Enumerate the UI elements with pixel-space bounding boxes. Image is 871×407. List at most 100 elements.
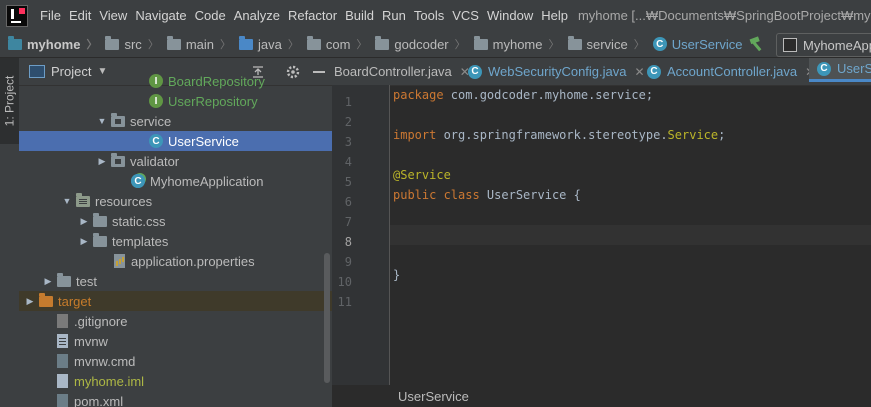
tree-item-label: validator bbox=[130, 153, 180, 169]
breadcrumb-service[interactable]: service 〉 bbox=[560, 35, 645, 52]
class-icon: C bbox=[652, 37, 667, 51]
menu-vcs[interactable]: VCS bbox=[452, 8, 479, 23]
tree-row[interactable]: I BoardRepository bbox=[19, 71, 332, 91]
chevron-down-icon[interactable]: ▼ bbox=[62, 196, 72, 206]
tree-row[interactable]: ▶ target bbox=[19, 291, 332, 311]
menu-tools[interactable]: Tools bbox=[414, 8, 444, 23]
menu-file[interactable]: File bbox=[40, 8, 61, 23]
class-icon: C bbox=[468, 64, 482, 79]
chevron-right-icon[interactable]: ▶ bbox=[79, 236, 89, 247]
tab-web-security-config[interactable]: C WebSecurityConfig.java ✕ bbox=[468, 58, 645, 85]
package-icon bbox=[375, 35, 390, 50]
breadcrumb-src[interactable]: src 〉 bbox=[97, 35, 159, 52]
breadcrumb-main[interactable]: main 〉 bbox=[159, 35, 231, 52]
tree-row[interactable]: C MyhomeApplication bbox=[19, 171, 332, 191]
run-configuration-selector[interactable]: MyhomeApp bbox=[776, 33, 871, 57]
properties-file-icon bbox=[114, 254, 125, 268]
code-line-5: @Service bbox=[393, 168, 451, 182]
menu-help[interactable]: Help bbox=[541, 8, 568, 23]
tree-row[interactable]: ▼ service bbox=[19, 111, 332, 131]
class-icon: C bbox=[149, 134, 163, 148]
menu-edit[interactable]: Edit bbox=[69, 8, 91, 23]
menu-refactor[interactable]: Refactor bbox=[288, 8, 337, 23]
chevron-right-icon[interactable]: ▶ bbox=[97, 156, 107, 167]
close-icon[interactable]: ✕ bbox=[635, 65, 645, 79]
tree-item-label: BoardRepository bbox=[168, 73, 265, 89]
intellij-logo-icon bbox=[6, 4, 28, 27]
tree-item-label: UserService bbox=[168, 133, 239, 149]
resources-folder-icon bbox=[76, 192, 90, 207]
chevron-right-icon[interactable]: ▶ bbox=[43, 276, 53, 287]
menu-code[interactable]: Code bbox=[195, 8, 226, 23]
code-line-10: } bbox=[393, 268, 401, 282]
menu-run[interactable]: Run bbox=[382, 8, 406, 23]
editor-breadcrumb-bar: UserService bbox=[332, 385, 871, 407]
chevron-down-icon[interactable]: ▼ bbox=[97, 116, 107, 126]
line-number: 7 bbox=[344, 215, 352, 229]
line-number: 2 bbox=[344, 115, 352, 129]
tree-row[interactable]: mvnw.cmd bbox=[19, 351, 332, 371]
tree-row[interactable]: ▶ templates bbox=[19, 231, 332, 251]
tree-row[interactable]: mvnw bbox=[19, 331, 332, 351]
tree-row[interactable]: application.properties bbox=[19, 251, 332, 271]
breadcrumb-com[interactable]: com 〉 bbox=[299, 35, 367, 52]
window-title: myhome [...₩Documents₩SpringBootProject₩… bbox=[577, 8, 871, 23]
tree-item-label: test bbox=[76, 273, 97, 289]
tab-user-service[interactable]: C UserSe bbox=[809, 58, 871, 82]
tree-row[interactable]: I UserRepository bbox=[19, 91, 332, 111]
breadcrumb-class[interactable]: C UserService bbox=[645, 37, 742, 52]
tree-item-label: .gitignore bbox=[74, 313, 128, 329]
folder-icon bbox=[93, 232, 107, 247]
editor-breadcrumb-class[interactable]: UserService bbox=[398, 389, 469, 404]
tree-item-label: service bbox=[130, 113, 172, 129]
menu-bar: File Edit View Navigate Code Analyze Ref… bbox=[0, 0, 871, 32]
text-file-icon bbox=[57, 334, 68, 348]
tree-item-label: application.properties bbox=[131, 253, 255, 269]
chevron-right-icon[interactable]: ▶ bbox=[79, 216, 89, 227]
menu-analyze[interactable]: Analyze bbox=[234, 8, 280, 23]
module-file-icon bbox=[57, 374, 68, 388]
menu-navigate[interactable]: Navigate bbox=[135, 8, 186, 23]
source-folder-icon bbox=[239, 35, 253, 50]
chevron-right-icon[interactable]: ▶ bbox=[25, 296, 35, 307]
breadcrumb-java[interactable]: java 〉 bbox=[231, 35, 299, 52]
folder-icon bbox=[166, 35, 181, 50]
folder-icon bbox=[105, 35, 120, 50]
line-number: 1 bbox=[344, 95, 352, 109]
tree-scrollbar[interactable] bbox=[324, 253, 330, 383]
tree-row[interactable]: ▼ resources bbox=[19, 191, 332, 211]
project-tool-tab[interactable]: 1: Project bbox=[0, 58, 19, 144]
tree-row[interactable]: .gitignore bbox=[19, 311, 332, 331]
build-hammer-icon[interactable] bbox=[748, 36, 766, 52]
script-file-icon bbox=[57, 394, 68, 407]
interface-icon: I bbox=[149, 74, 163, 88]
tree-item-label: static.css bbox=[112, 213, 166, 229]
code-editor[interactable]: package com.godcoder.myhome.service; imp… bbox=[390, 85, 871, 385]
line-number: 5 bbox=[344, 175, 352, 189]
tree-row[interactable]: ▶ static.css bbox=[19, 211, 332, 231]
line-number: 10 bbox=[337, 275, 352, 289]
tab-account-controller[interactable]: C AccountController.java ✕ bbox=[647, 58, 815, 85]
breadcrumb-project[interactable]: myhome 〉 bbox=[0, 35, 97, 52]
menu-build[interactable]: Build bbox=[345, 8, 374, 23]
class-icon: C bbox=[647, 64, 661, 79]
line-number: 4 bbox=[344, 155, 352, 169]
breadcrumb-myhome[interactable]: myhome 〉 bbox=[466, 35, 560, 52]
project-panel: Project ▼ I BoardRepository I UserRepositor… bbox=[19, 58, 332, 407]
package-icon bbox=[473, 35, 488, 50]
tree-row[interactable]: myhome.iml bbox=[19, 371, 332, 391]
tree-row[interactable]: ▶ test bbox=[19, 271, 332, 291]
menu-window[interactable]: Window bbox=[487, 8, 533, 23]
tree-item-label: UserRepository bbox=[168, 93, 258, 109]
tree-item-label: pom.xml bbox=[74, 393, 124, 407]
tree-item-label: templates bbox=[112, 233, 169, 249]
package-icon bbox=[306, 35, 321, 50]
tree-row[interactable]: C UserService bbox=[19, 131, 332, 151]
line-number: 11 bbox=[337, 295, 352, 309]
breadcrumb-godcoder[interactable]: godcoder 〉 bbox=[367, 35, 466, 52]
tab-board-controller[interactable]: BoardController.java ✕ bbox=[334, 58, 470, 85]
script-file-icon bbox=[57, 354, 68, 368]
tree-row[interactable]: pom.xml bbox=[19, 391, 332, 407]
menu-view[interactable]: View bbox=[99, 8, 127, 23]
tree-row[interactable]: ▶ validator bbox=[19, 151, 332, 171]
